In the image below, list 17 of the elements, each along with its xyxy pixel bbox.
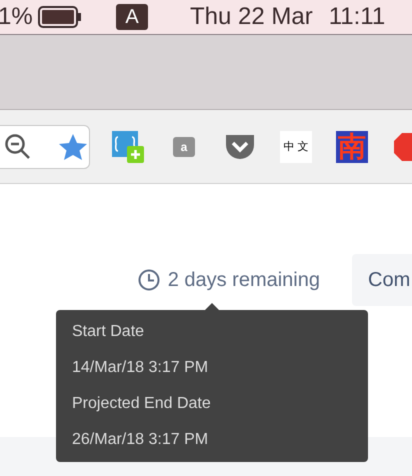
address-bar[interactable] xyxy=(0,124,90,168)
tooltip-label: Start Date xyxy=(72,322,146,342)
menu-bar-date[interactable]: Thu 22 Mar xyxy=(190,3,313,31)
battery-percent: 1% xyxy=(0,3,34,31)
tooltip-label: Projected End Date xyxy=(72,394,212,414)
menu-bar-time[interactable]: 11:11 xyxy=(328,3,386,31)
days-remaining[interactable]: 2 days remaining xyxy=(168,268,320,292)
bookmark-star-icon[interactable] xyxy=(58,132,88,160)
battery-icon xyxy=(38,6,82,28)
tooltip-date: 26/Mar/18 3:17 PM xyxy=(72,430,210,450)
tooltip-date: 14/Mar/18 3:17 PM xyxy=(72,358,210,378)
css-extension-icon[interactable] xyxy=(112,130,144,162)
chinese-extension-icon[interactable]: 中 文 xyxy=(280,130,312,162)
zoom-out-icon[interactable] xyxy=(4,132,32,160)
input-source-indicator[interactable]: A xyxy=(116,4,148,30)
clock-icon xyxy=(138,269,160,291)
action-button[interactable]: Com xyxy=(352,254,412,306)
